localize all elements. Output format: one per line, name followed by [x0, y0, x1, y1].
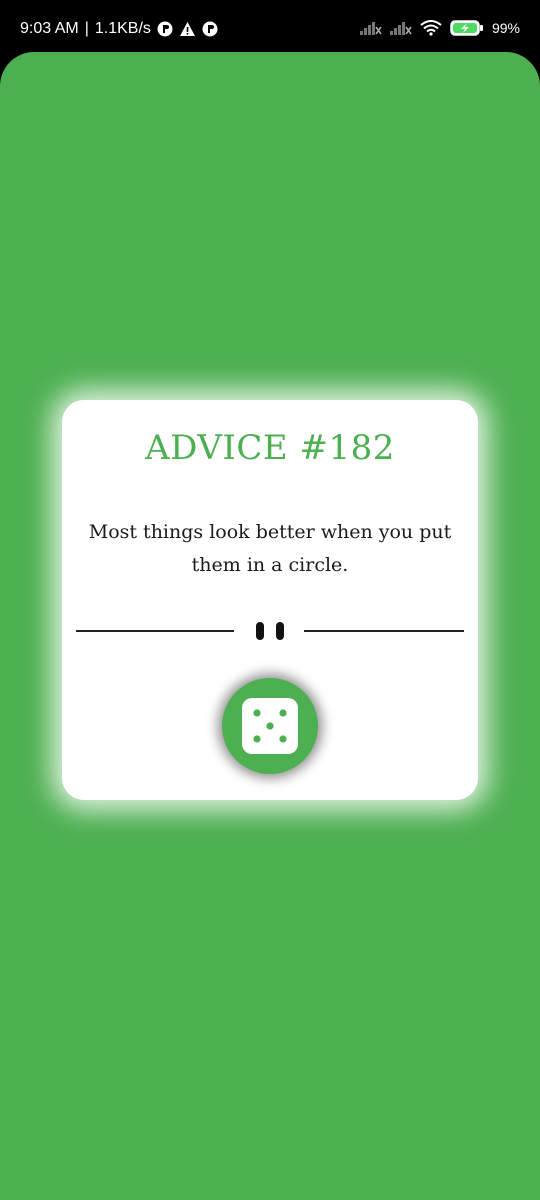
divider: [76, 616, 464, 646]
wifi-icon: [420, 20, 442, 36]
status-right: 99%: [359, 20, 520, 36]
dice-icon: [242, 698, 298, 754]
pause-icon: [256, 622, 284, 640]
signal-icon: [389, 21, 412, 35]
status-separator: |: [84, 20, 89, 37]
advice-text: Most things look better when you put the…: [88, 521, 452, 576]
warning-icon: [179, 21, 196, 37]
battery-charging-icon: [450, 20, 484, 36]
status-left: 9:03 AM | 1.1KB/s: [20, 20, 218, 38]
signal-icon: [359, 21, 382, 35]
battery-percent: 99%: [491, 20, 520, 36]
p-icon: [157, 21, 173, 37]
divider-line-right: [304, 630, 464, 632]
status-bar: 9:03 AM | 1.1KB/s 99%: [0, 0, 540, 52]
divider-line-left: [76, 630, 234, 632]
advice-title: ADVICE #182: [145, 428, 395, 468]
dice-button[interactable]: [222, 678, 318, 774]
p-icon: [202, 21, 218, 37]
pause-bar-right: [276, 622, 284, 640]
pause-bar-left: [256, 622, 264, 640]
status-time: 9:03 AM: [20, 20, 79, 37]
network-speed: 1.1KB/s: [94, 20, 151, 37]
advice-card: ADVICE #182 Most things look better when…: [62, 400, 478, 800]
